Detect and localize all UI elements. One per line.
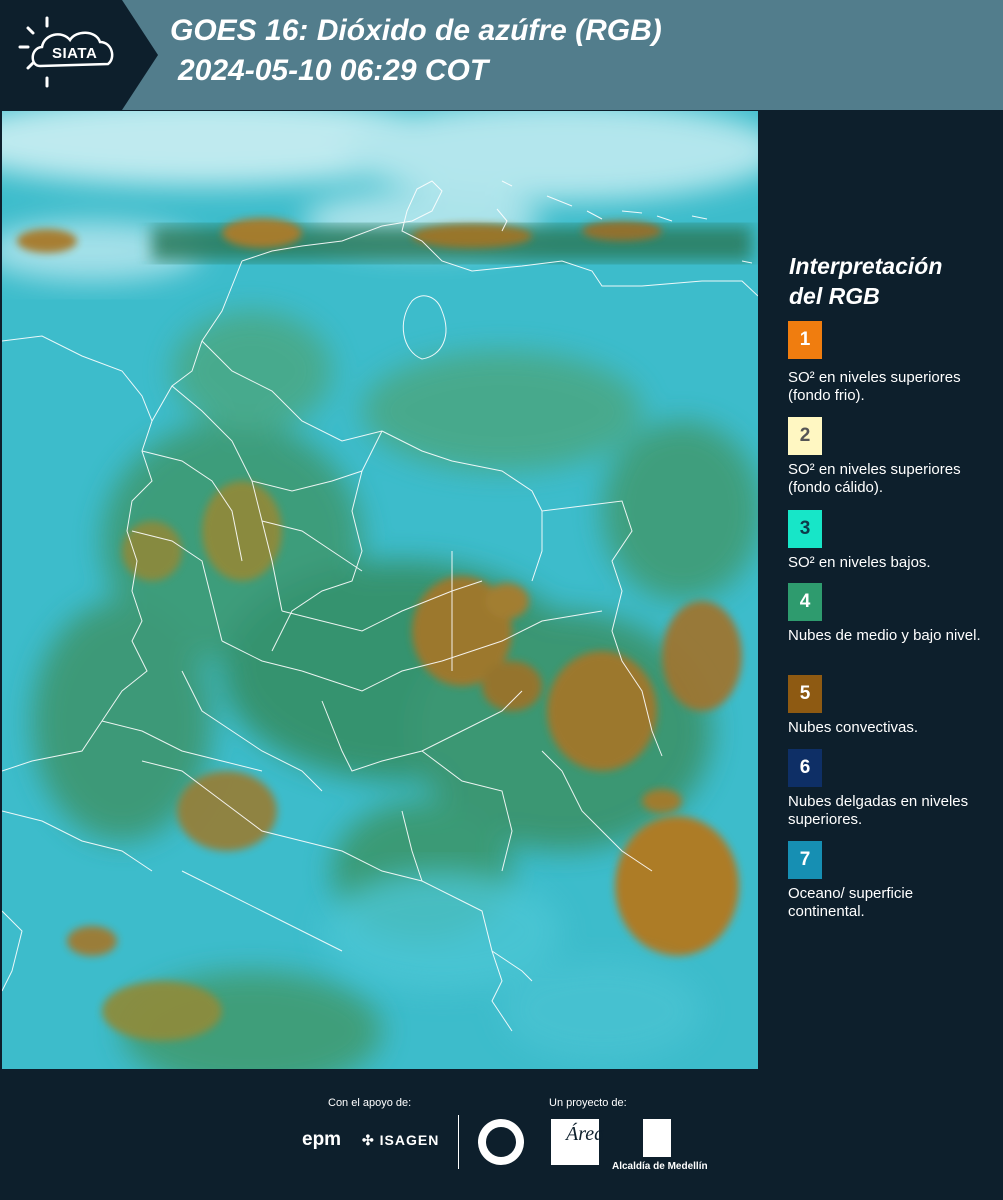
alcaldia-logo-text: Alcaldía de Medellín [612,1161,708,1172]
legend-number-6: 6 [799,757,811,778]
seal-emblem-icon [486,1127,516,1157]
legend-title: Interpretación del RGB [789,251,989,311]
isagen-mark-icon: ✣ [362,1132,375,1148]
header-bar: SIATA GOES 16: Dióxido de azúfre (RGB) 2… [0,0,1003,110]
legend-label-3: SO² en niveles bajos. [788,554,931,571]
legend-label-6: Nubes delgadas en niveles superiores. [788,793,969,828]
legend-number-4: 4 [799,591,811,612]
epm-logo: epm [302,1129,342,1150]
legend-number-5: 5 [799,683,811,704]
legend-number-1: 1 [799,329,811,350]
page-title: GOES 16: Dióxido de azúfre (RGB) [170,14,662,47]
support-label: Con el apoyo de: [328,1097,412,1109]
project-label: Un proyecto de: [549,1097,627,1109]
footer-divider [458,1115,459,1169]
siata-logo: SIATA [0,0,158,110]
legend-label-2: SO² en niveles superiores (fondo cálido)… [788,461,961,496]
alcaldia-shield-icon [643,1119,671,1157]
legend-swatch-7: 7 [788,841,822,879]
legend-swatch-4: 4 [788,583,822,621]
legend-swatch-5: 5 [788,675,822,713]
page-timestamp: 2024-05-10 06:29 COT [178,54,489,87]
legend-title-line2: del RGB [789,283,880,309]
legend-swatch-6: 6 [788,749,822,787]
legend-swatch-3: 3 [788,510,822,548]
legend-number-2: 2 [799,425,811,446]
isagen-logo: ✣ ISAGEN [362,1132,439,1149]
legend-number-7: 7 [799,849,811,870]
legend-label-5: Nubes convectivas. [788,719,919,736]
legend-swatch-1: 1 [788,321,822,359]
legend-panel: Interpretación del RGB 1 SO² en niveles … [760,111,1003,1069]
legend-label-7: Oceano/ superficie continental. [788,885,914,920]
footer: Con el apoyo de: Un proyecto de: epm ✣ I… [0,1069,1003,1200]
area-metropolitana-mark: Área [566,1123,605,1145]
siata-logo-text: SIATA [52,45,98,62]
legend-title-line1: Interpretación [789,253,943,279]
satellite-map [2,111,758,1069]
legend-number-3: 3 [799,518,811,539]
legend-label-4: Nubes de medio y bajo nivel. [788,627,981,644]
legend-swatch-2: 2 [788,417,822,455]
medellin-seal-logo [478,1119,524,1165]
legend-label-1: SO² en niveles superiores (fondo frio). [788,369,961,404]
isagen-logo-text: ISAGEN [379,1132,440,1148]
